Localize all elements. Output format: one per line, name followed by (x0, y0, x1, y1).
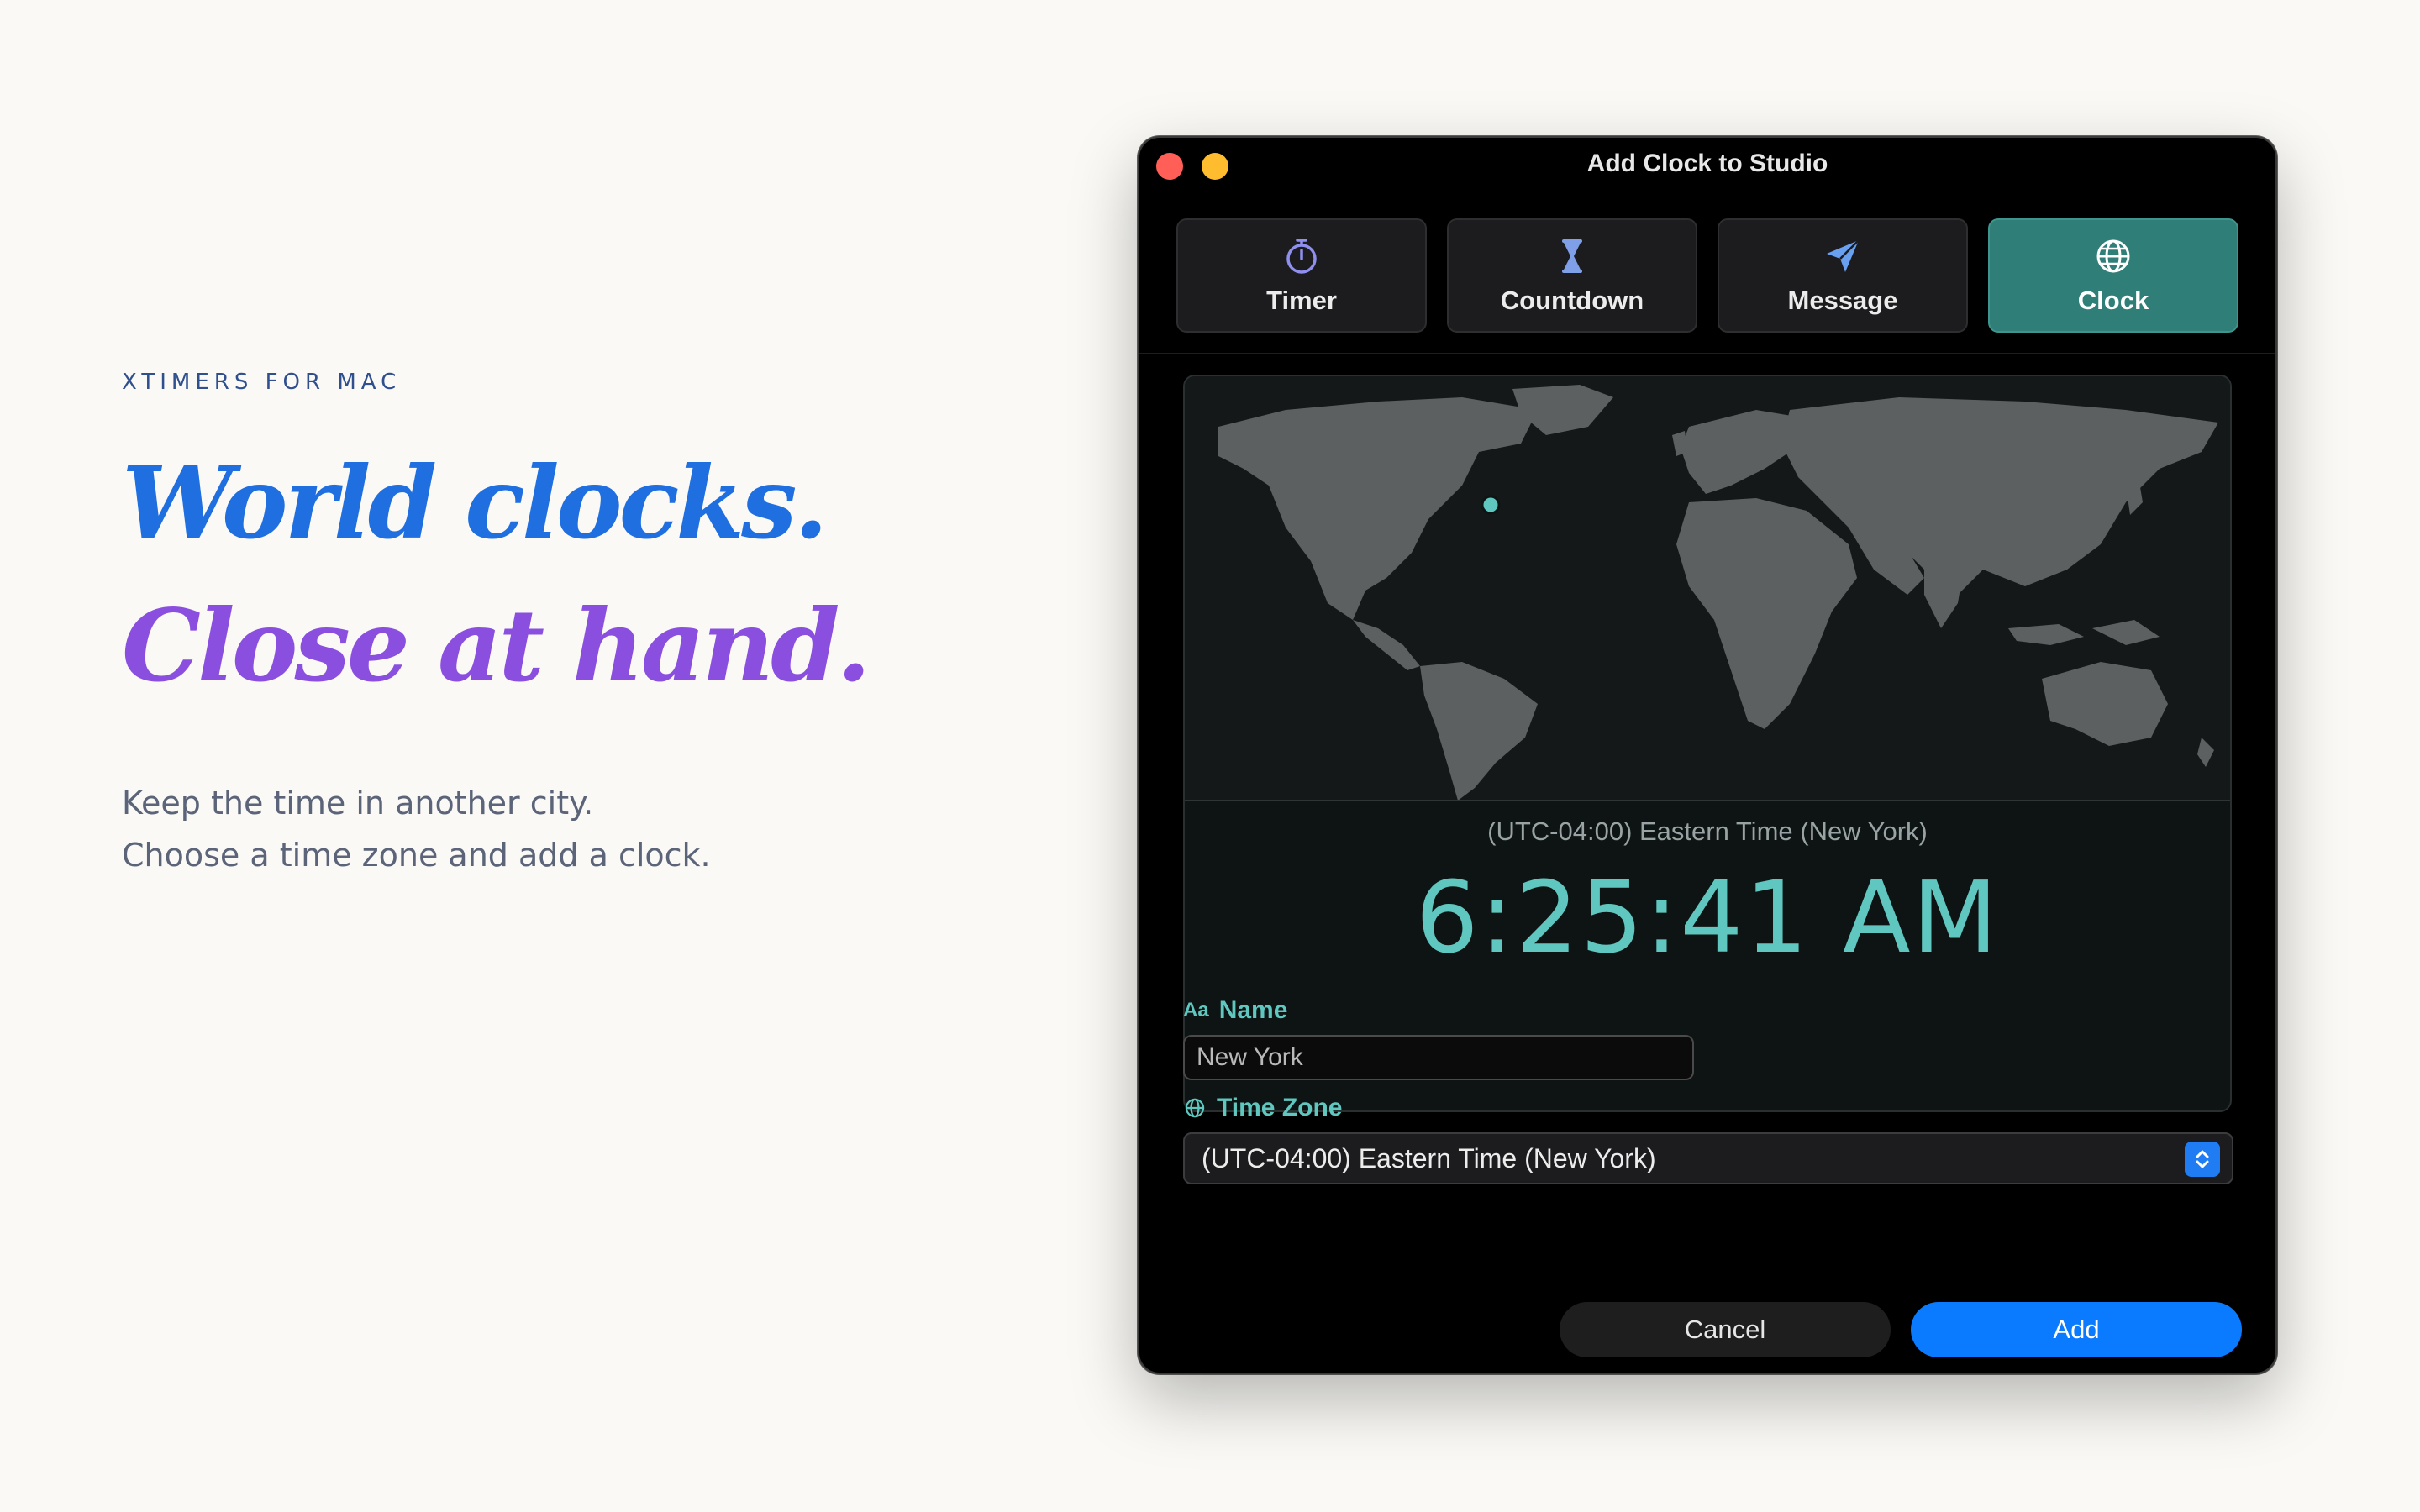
lead-paragraph: Keep the time in another city. Choose a … (122, 777, 711, 881)
name-label-text: Name (1218, 996, 1288, 1024)
window-title: Add Clock to Studio (1586, 150, 1828, 177)
tab-clock[interactable]: Clock (1988, 218, 2238, 333)
paper-plane-icon (1827, 239, 1860, 272)
world-map[interactable] (1185, 376, 2230, 801)
timezone-select-value: (UTC-04:00) Eastern Time (New York) (1202, 1142, 1656, 1173)
timezone-select[interactable]: (UTC-04:00) Eastern Time (New York) (1183, 1132, 2233, 1184)
tab-countdown[interactable]: Countdown (1447, 218, 1697, 333)
clock-time-display: 6:25:41 AM (1415, 859, 2000, 975)
tab-divider (1139, 353, 2275, 354)
headline-line-1: World clocks. (122, 444, 829, 561)
add-button[interactable]: Add (1911, 1302, 2242, 1357)
headline-line-2: Close at hand. (122, 587, 871, 704)
mode-tabs: Timer Countdown Message Clock (1176, 218, 2238, 333)
clock-preview-panel: (UTC-04:00) Eastern Time (New York) 6:25… (1183, 375, 2232, 1112)
lead-line-1: Keep the time in another city. (122, 785, 594, 822)
stopwatch-icon (1286, 239, 1317, 274)
tab-label: Message (1787, 286, 1898, 315)
tab-label: Countdown (1500, 286, 1644, 315)
tab-message[interactable]: Message (1718, 218, 1968, 333)
text-format-icon: Aa (1183, 999, 1209, 1021)
timezone-label-text: Time Zone (1217, 1094, 1343, 1121)
timezone-label: Time Zone (1183, 1094, 1342, 1122)
new-york-marker (1481, 495, 1501, 515)
world-map-graphic (1218, 385, 2218, 800)
name-input[interactable] (1183, 1035, 1694, 1080)
eyebrow-text: XTIMERS FOR MAC (122, 370, 402, 395)
name-label: Aa Name (1183, 996, 1287, 1025)
select-stepper-icon[interactable] (2185, 1142, 2220, 1177)
add-clock-window: Add Clock to Studio Timer Countdown Mess… (1138, 136, 2277, 1374)
globe-icon (1185, 1098, 1205, 1118)
tab-label: Clock (2077, 286, 2149, 315)
lead-line-2: Choose a time zone and add a clock. (122, 837, 711, 874)
cancel-button[interactable]: Cancel (1560, 1302, 1891, 1357)
tab-timer[interactable]: Timer (1176, 218, 1427, 333)
hourglass-icon (1562, 239, 1582, 273)
timezone-caption: (UTC-04:00) Eastern Time (New York) (1487, 816, 1928, 846)
globe-icon (2096, 239, 2130, 273)
tab-label: Timer (1266, 286, 1337, 315)
